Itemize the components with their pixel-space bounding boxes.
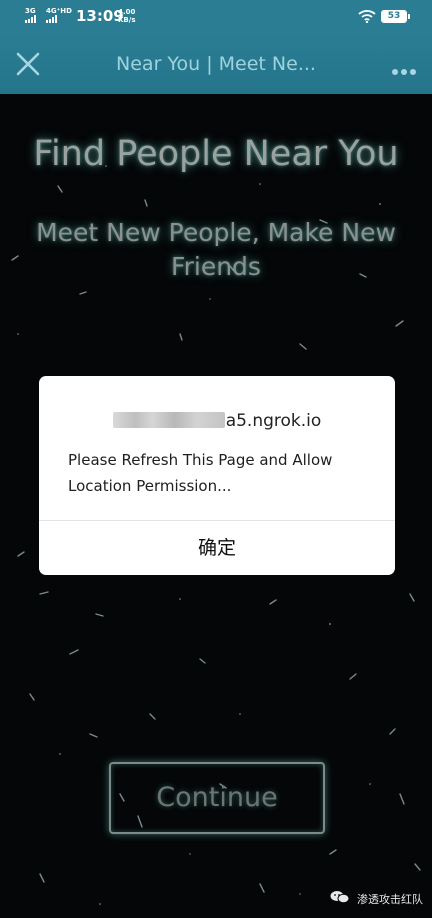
- status-bar: 3G 4G⁺HD 13:09 4.00 KB/s 53: [0, 0, 432, 34]
- app-bar: Near You | Meet Ne...: [0, 34, 432, 94]
- headline: Find People Near You: [33, 134, 399, 174]
- network-speed: 4.00 KB/s: [118, 8, 135, 24]
- dialog-host-text: a5.ngrok.io: [225, 411, 322, 431]
- network-label-1: 3G: [25, 7, 36, 15]
- battery-icon: 53: [381, 10, 410, 23]
- alert-dialog: a5.ngrok.io Please Refresh This Page and…: [39, 376, 395, 575]
- subheadline: Meet New People, Make New Friends: [36, 218, 396, 281]
- page-title: Near You | Meet Ne...: [116, 53, 316, 75]
- signal-bars-icon: [25, 15, 37, 23]
- wechat-icon: [330, 891, 350, 904]
- more-icon[interactable]: [392, 60, 424, 75]
- network-indicator-2: 4G⁺HD: [46, 7, 72, 23]
- network-indicator-1: 3G: [25, 7, 37, 23]
- network-speed-unit: KB/s: [118, 16, 136, 24]
- wifi-icon: [358, 10, 376, 23]
- redacted-host-blur: [112, 412, 225, 428]
- close-icon[interactable]: [14, 50, 42, 78]
- battery-level: 53: [387, 11, 401, 21]
- continue-button[interactable]: Continue: [109, 762, 325, 834]
- network-label-2: 4G⁺HD: [46, 7, 72, 15]
- network-speed-value: 4.00: [118, 8, 136, 16]
- screen: 3G 4G⁺HD 13:09 4.00 KB/s 53 Near You | M…: [0, 0, 432, 918]
- dialog-host: a5.ngrok.io: [39, 411, 395, 431]
- status-time: 13:09: [76, 7, 124, 25]
- ok-button[interactable]: 确定: [39, 521, 395, 575]
- watermark-text: 渗透攻击红队: [357, 893, 423, 906]
- dialog-message: Please Refresh This Page and Allow Locat…: [68, 451, 333, 495]
- signal-bars-icon: [46, 15, 72, 23]
